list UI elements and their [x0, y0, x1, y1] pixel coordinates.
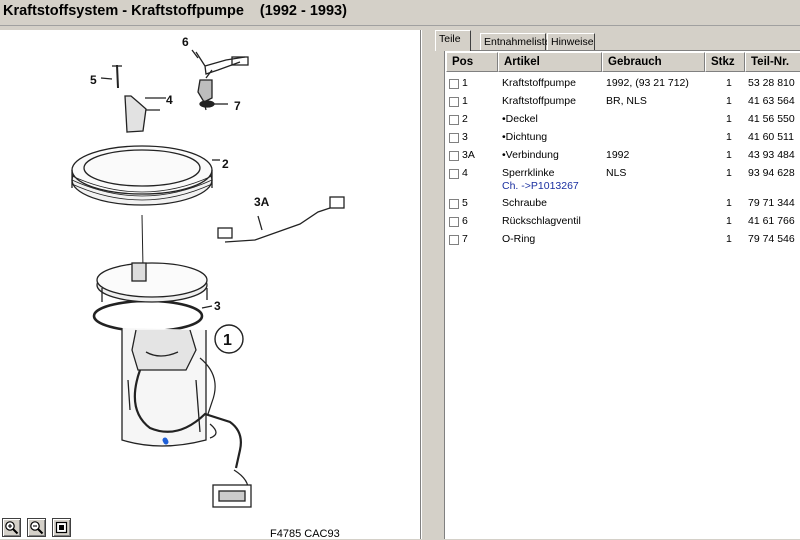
zoom-in-button[interactable] — [2, 518, 21, 537]
cell-pos: 7 — [462, 233, 468, 245]
cell-pos: 3 — [462, 131, 468, 143]
cell-teilnr: 79 71 344 — [748, 197, 795, 209]
cell-artikel: Kraftstoffpumpe — [502, 77, 576, 89]
cell-teilnr: 41 63 564 — [748, 95, 795, 107]
cell-stkz: 1 — [726, 149, 732, 161]
row-checkbox[interactable] — [449, 79, 459, 89]
chassis-range-link[interactable]: Ch. ->P1013267 — [502, 180, 579, 192]
table-row[interactable]: 1 Kraftstoffpumpe BR, NLS 1 41 63 564 — [446, 93, 800, 111]
cell-teilnr: 53 28 810 — [748, 77, 795, 89]
column-header-pos[interactable]: Pos — [446, 52, 498, 72]
table-header: Pos Artikel Gebrauch Stkz Teil-Nr. — [446, 52, 800, 72]
row-checkbox[interactable] — [449, 169, 459, 179]
table-row[interactable]: 4 Sperrklinke Ch. ->P1013267 NLS 1 93 94… — [446, 165, 800, 195]
callout-3a: 3A — [254, 195, 270, 209]
cell-artikel: Schraube — [502, 197, 547, 209]
callout-5: 5 — [90, 73, 97, 87]
callout-7: 7 — [234, 99, 241, 113]
row-checkbox[interactable] — [449, 217, 459, 227]
cell-gebrauch: 1992 — [606, 149, 630, 161]
row-checkbox[interactable] — [449, 151, 459, 161]
row-checkbox[interactable] — [449, 97, 459, 107]
callout-2: 2 — [222, 157, 229, 171]
title-text: Kraftstoffsystem - Kraftstoffpumpe — [3, 3, 244, 19]
cell-pos: 1 — [462, 95, 468, 107]
cell-teilnr: 79 74 546 — [748, 233, 795, 245]
row-checkbox[interactable] — [449, 133, 459, 143]
cell-gebrauch: BR, NLS — [606, 95, 647, 107]
cell-artikel: •Deckel — [502, 113, 538, 125]
cell-pos: 2 — [462, 113, 468, 125]
exploded-parts-drawing[interactable]: 6 5 4 2 7 3A 3 1 F4785 CAC93 — [0, 30, 421, 540]
cell-teilnr: 41 56 550 — [748, 113, 795, 125]
cell-artikel: Kraftstoffpumpe — [502, 95, 576, 107]
cell-gebrauch: NLS — [606, 167, 627, 179]
table-row[interactable]: 6 Rückschlagventil 1 41 61 766 — [446, 213, 800, 231]
cell-artikel: Sperrklinke — [502, 167, 555, 179]
tab-hinweise[interactable]: Hinweise — [547, 33, 595, 50]
row-checkbox[interactable] — [449, 199, 459, 209]
cell-pos: 4 — [462, 167, 468, 179]
cell-stkz: 1 — [726, 233, 732, 245]
cell-artikel: •Verbindung — [502, 149, 559, 161]
window-title: Kraftstoffsystem - Kraftstoffpumpe (1992 … — [0, 0, 800, 26]
cell-artikel: O-Ring — [502, 233, 536, 245]
fit-to-window-button[interactable] — [52, 518, 71, 537]
tab-teile[interactable]: Teile — [435, 30, 471, 51]
row-checkbox[interactable] — [449, 235, 459, 245]
zoom-out-button[interactable] — [27, 518, 46, 537]
cell-artikel: Rückschlagventil — [502, 215, 581, 227]
cell-pos: 3A — [462, 149, 475, 161]
table-row[interactable]: 3A •Verbindung 1992 1 43 93 484 — [446, 147, 800, 165]
parts-pane: Teile Entnahmeliste Hinweise Pos Artikel… — [432, 30, 800, 539]
table-row[interactable]: 5 Schraube 1 79 71 344 — [446, 195, 800, 213]
pane-splitter[interactable] — [421, 30, 432, 539]
callout-3: 3 — [214, 299, 221, 313]
cell-stkz: 1 — [726, 113, 732, 125]
row-checkbox[interactable] — [449, 115, 459, 125]
cell-pos: 1 — [462, 77, 468, 89]
callout-6: 6 — [182, 35, 189, 49]
cell-pos: 5 — [462, 197, 468, 209]
cell-artikel: •Dichtung — [502, 131, 548, 143]
cell-stkz: 1 — [726, 215, 732, 227]
fit-to-window-icon — [55, 521, 68, 534]
cell-stkz: 1 — [726, 131, 732, 143]
table-row[interactable]: 7 O-Ring 1 79 74 546 — [446, 231, 800, 249]
cell-teilnr: 41 61 766 — [748, 215, 795, 227]
callout-4: 4 — [166, 93, 173, 107]
cell-teilnr: 93 94 628 — [748, 167, 795, 179]
tab-entnahmeliste[interactable]: Entnahmeliste — [480, 33, 551, 50]
cell-teilnr: 43 93 484 — [748, 149, 795, 161]
table-row[interactable]: 2 •Deckel 1 41 56 550 — [446, 111, 800, 129]
column-header-artikel[interactable]: Artikel — [498, 52, 602, 72]
table-body: 1 Kraftstoffpumpe 1992, (93 21 712) 1 53… — [446, 75, 800, 249]
table-row[interactable]: 3 •Dichtung 1 41 60 511 — [446, 129, 800, 147]
column-header-teilnr[interactable]: Teil-Nr. — [745, 52, 800, 72]
column-header-stkz[interactable]: Stkz — [705, 52, 745, 72]
table-row[interactable]: 1 Kraftstoffpumpe 1992, (93 21 712) 1 53… — [446, 75, 800, 93]
callout-1: 1 — [223, 332, 232, 349]
figure-code: F4785 CAC93 — [270, 528, 340, 540]
parts-table: Pos Artikel Gebrauch Stkz Teil-Nr. 1 Kra… — [444, 50, 800, 539]
cell-gebrauch: 1992, (93 21 712) — [606, 77, 689, 89]
cell-stkz: 1 — [726, 77, 732, 89]
zoom-in-icon — [5, 521, 19, 535]
title-years: (1992 - 1993) — [259, 3, 347, 19]
cell-pos: 6 — [462, 215, 468, 227]
cell-stkz: 1 — [726, 167, 732, 179]
zoom-out-icon — [30, 521, 44, 535]
cell-stkz: 1 — [726, 95, 732, 107]
parts-illustration: 6 5 4 2 7 3A 3 1 — [71, 35, 345, 508]
cell-teilnr: 41 60 511 — [748, 131, 794, 143]
column-header-gebrauch[interactable]: Gebrauch — [602, 52, 705, 72]
cell-stkz: 1 — [726, 197, 732, 209]
